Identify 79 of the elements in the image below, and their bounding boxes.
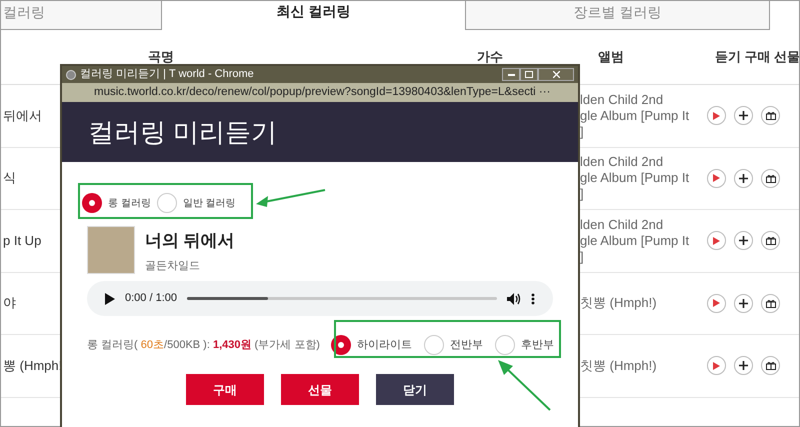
play-icon xyxy=(713,112,720,120)
plus-icon xyxy=(739,298,748,308)
album-text: 칫뽕 (Hmph!) xyxy=(580,358,658,374)
minimize-icon xyxy=(508,74,514,76)
url-text: music.tworld.co.kr/deco/renew/col/popup/preview?songId=13980403&lenType=L&secti ··· xyxy=(94,84,550,100)
album-text: ] xyxy=(580,248,585,265)
annotation-arrow xyxy=(256,188,326,208)
add-button[interactable] xyxy=(734,168,753,188)
gift-button[interactable] xyxy=(761,168,780,188)
play-icon[interactable] xyxy=(105,292,115,304)
plus-icon xyxy=(739,236,748,246)
minimize-button[interactable] xyxy=(502,68,520,81)
song-title-cell: 식 xyxy=(3,170,16,186)
gift-button[interactable] xyxy=(761,356,780,376)
album-text: gle Album [Pump It xyxy=(580,232,690,249)
maximize-icon xyxy=(525,71,533,78)
gift-icon xyxy=(766,111,776,120)
window-title: 컬러링 미리듣기 | T world - Chrome xyxy=(80,67,254,82)
price-info: 롱 컬러링( 60초/500KB ): 1,430원 (부가세 포함) xyxy=(87,338,320,353)
play-icon xyxy=(713,299,720,308)
play-button[interactable] xyxy=(707,231,726,250)
album-text: 칫뽕 (Hmph!) xyxy=(580,295,658,312)
more-icon[interactable] xyxy=(531,292,535,304)
action-button[interactable]: 닫기 xyxy=(376,374,454,405)
album-text: ] xyxy=(580,124,585,140)
radio-option[interactable]: 롱 컬러링 xyxy=(82,193,151,213)
song-title: 너의 뒤에서 xyxy=(145,230,235,252)
maximize-button[interactable] xyxy=(520,68,538,81)
play-icon xyxy=(713,236,720,245)
volume-icon[interactable] xyxy=(507,292,521,304)
progress-track[interactable] xyxy=(187,297,497,300)
action-button[interactable]: 선물 xyxy=(281,374,359,405)
song-title-cell: 야 xyxy=(3,295,16,310)
gift-button[interactable] xyxy=(761,231,780,250)
album-text: gle Album [Pump It xyxy=(580,108,690,124)
address-bar[interactable]: music.tworld.co.kr/deco/renew/col/popup/preview?songId=13980403&lenType=L&secti ··· xyxy=(62,83,578,102)
add-button[interactable] xyxy=(734,231,753,250)
song-title-cell: p It Up xyxy=(3,232,42,248)
gift-icon xyxy=(766,236,776,246)
close-button[interactable] xyxy=(538,68,574,81)
action-button[interactable]: 구매 xyxy=(186,374,264,405)
album-text: lden Child 2nd xyxy=(580,216,664,233)
song-title-cell: 뒤에서 xyxy=(3,108,42,123)
popup-heading: 컬러링 미리듣기 xyxy=(88,116,278,148)
album-cover-placeholder xyxy=(87,226,135,274)
album-text: lden Child 2nd xyxy=(580,92,664,108)
add-button[interactable] xyxy=(734,294,753,313)
radio-option[interactable]: 하이라이트 xyxy=(331,335,414,355)
gift-icon xyxy=(766,298,776,308)
play-icon xyxy=(713,362,720,370)
play-button[interactable] xyxy=(707,106,726,126)
add-button[interactable] xyxy=(734,356,753,376)
play-icon xyxy=(713,174,720,182)
annotation-arrow xyxy=(498,360,552,412)
radio-option[interactable]: 후반부 xyxy=(495,335,556,355)
radio-option[interactable]: 전반부 xyxy=(424,335,485,355)
close-icon xyxy=(552,71,560,78)
column-header: 듣기 구매 선물 xyxy=(714,48,800,66)
play-button[interactable] xyxy=(707,356,726,376)
player-time: 0:00 / 1:00 xyxy=(125,291,177,306)
plus-icon xyxy=(739,111,748,120)
chrome-icon xyxy=(66,70,76,80)
radio-option[interactable]: 일반 컬러링 xyxy=(156,193,236,213)
plus-icon xyxy=(739,361,748,370)
column-header: 곡명 xyxy=(147,48,175,66)
plus-icon xyxy=(739,174,748,183)
gift-icon xyxy=(766,361,776,370)
gift-button[interactable] xyxy=(761,294,780,313)
gift-icon xyxy=(766,174,776,183)
album-text: lden Child 2nd xyxy=(580,154,664,170)
play-button[interactable] xyxy=(707,168,726,188)
play-button[interactable] xyxy=(707,294,726,313)
gift-button[interactable] xyxy=(761,106,780,126)
album-text: ] xyxy=(580,186,585,202)
artist-name: 골든차일드 xyxy=(145,258,201,274)
column-header: 가수 xyxy=(476,48,504,66)
album-text: gle Album [Pump It xyxy=(580,170,690,186)
column-header: 앨범 xyxy=(596,48,625,66)
add-button[interactable] xyxy=(734,106,753,126)
